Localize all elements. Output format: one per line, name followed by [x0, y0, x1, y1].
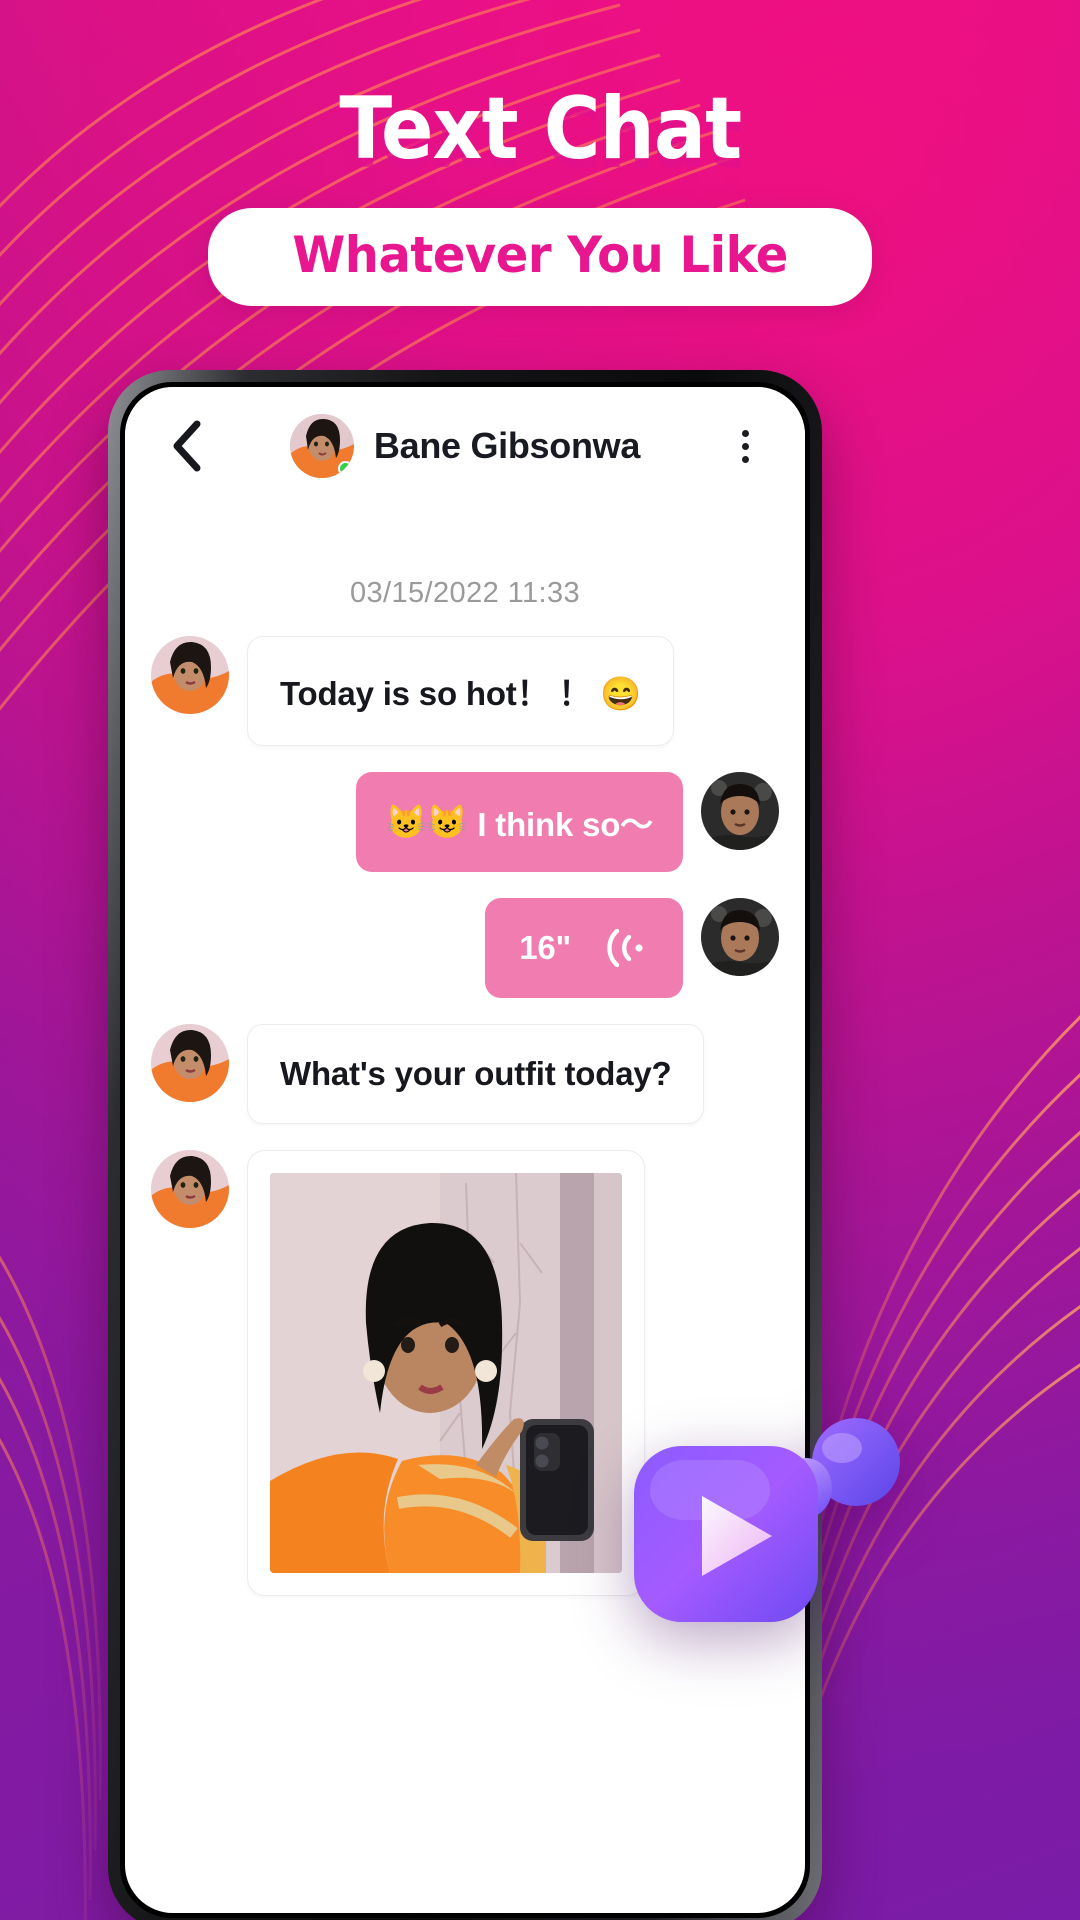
- chat-header-center: Bane Gibsonwa: [125, 387, 805, 505]
- message-text: What's your outfit today?: [280, 1055, 672, 1092]
- avatar[interactable]: [151, 1024, 229, 1102]
- avatar[interactable]: [289, 414, 354, 478]
- message-text: Today is so hot！ ！: [280, 675, 592, 712]
- chevron-left-icon: [173, 420, 201, 472]
- voice-duration: 16": [519, 929, 571, 966]
- photo-message-image: [270, 1173, 622, 1573]
- online-status-dot: [337, 461, 353, 476]
- avatar[interactable]: [701, 772, 779, 850]
- subtitle-text: Whatever You Like: [292, 226, 788, 284]
- avatar-image: [701, 772, 779, 850]
- more-options-button[interactable]: [719, 420, 771, 472]
- voice-message-bubble[interactable]: 16": [485, 898, 683, 998]
- message-bubble[interactable]: Today is so hot！ ！ 😄: [247, 636, 675, 746]
- avatar-image: [701, 898, 779, 976]
- message-text: I think so～: [477, 806, 653, 843]
- message-row-incoming: Today is so hot！ ！ 😄: [151, 636, 779, 746]
- more-vertical-icon-dot: [741, 442, 749, 450]
- more-vertical-icon-dot: [741, 429, 749, 437]
- page-title: Text Chat: [339, 79, 742, 179]
- promo-headline-area: Text Chat Whatever You Like: [0, 0, 1080, 380]
- photo-message-bubble[interactable]: [247, 1150, 645, 1596]
- chat-header: Bane Gibsonwa: [125, 387, 805, 505]
- message-row-outgoing: 😺😺 I think so～: [151, 772, 779, 872]
- phone-screen: Bane Gibsonwa 03/15/2022 11:33 Today is …: [125, 387, 805, 1913]
- play-button-3d-logo: [634, 1418, 900, 1622]
- message-bubble[interactable]: 😺😺 I think so～: [355, 772, 683, 872]
- avatar-image: [151, 1024, 229, 1102]
- message-row-incoming: What's your outfit today?: [151, 1024, 779, 1124]
- more-vertical-icon-dot: [741, 455, 749, 463]
- contact-name: Bane Gibsonwa: [373, 425, 641, 466]
- message-row-outgoing: 16": [151, 898, 779, 998]
- phone-mockup: Bane Gibsonwa 03/15/2022 11:33 Today is …: [108, 370, 822, 1920]
- sound-wave-icon: [605, 928, 649, 968]
- avatar[interactable]: [151, 636, 229, 714]
- phone-bezel: Bane Gibsonwa 03/15/2022 11:33 Today is …: [120, 382, 810, 1918]
- message-timestamp: 03/15/2022 11:33: [349, 577, 581, 609]
- message-bubble[interactable]: What's your outfit today?: [247, 1024, 705, 1124]
- emoji-smile-icon: 😄: [600, 675, 642, 712]
- subtitle-pill: Whatever You Like: [207, 208, 873, 306]
- avatar[interactable]: [701, 898, 779, 976]
- avatar[interactable]: [151, 1150, 229, 1228]
- avatar-image: [151, 1150, 229, 1228]
- avatar-image: [151, 636, 229, 714]
- back-button[interactable]: [159, 419, 213, 473]
- emoji-cat-icon: 😺😺: [385, 802, 468, 840]
